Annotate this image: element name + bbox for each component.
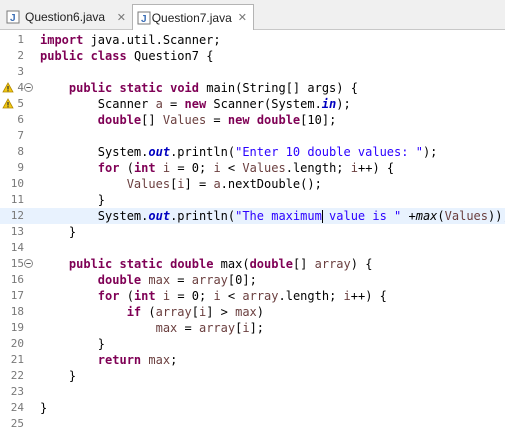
line-number: 7 [17,129,24,142]
close-icon[interactable]: ✕ [111,11,126,24]
code-text: public class Question7 { [40,49,214,63]
java-file-icon: J [137,11,151,25]
line-number: 19 [10,321,24,334]
code-text: } [40,369,77,383]
tab-question6[interactable]: J Question6.java ✕ [2,4,132,30]
line-number: 12 [10,209,24,222]
warning-icon[interactable] [2,98,14,110]
code-line[interactable]: 10 Values[i] = a.nextDouble(); [0,176,505,192]
code-text: System.out.println("Enter 10 double valu… [40,145,438,159]
code-line[interactable]: 21 return max; [0,352,505,368]
svg-text:J: J [141,14,147,25]
editor-tab-bar: J Question6.java ✕ J Question7.java ✕ [0,0,505,30]
code-text: } [40,337,106,351]
code-line[interactable]: 19 max = array[i]; [0,320,505,336]
code-line[interactable]: 22 } [0,368,505,384]
code-line[interactable]: 16 double max = array[0]; [0,272,505,288]
line-number: 2 [17,49,24,62]
line-number: 1 [17,33,24,46]
code-line[interactable]: 3 [0,64,505,80]
line-number: 10 [10,177,24,190]
close-icon[interactable]: ✕ [232,11,247,24]
line-number: 3 [17,65,24,78]
code-text: public static double max(double[] array)… [68,257,373,271]
tab-label: Question6.java [25,10,106,24]
collapse-icon[interactable] [24,83,33,92]
code-line[interactable]: 17 for (int i = 0; i < array.length; i++… [0,288,505,304]
line-number: 17 [10,289,24,302]
line-number: 6 [17,113,24,126]
code-line[interactable]: 11 } [0,192,505,208]
code-line[interactable]: 20 } [0,336,505,352]
code-line[interactable]: 5 Scanner a = new Scanner(System.in); [0,96,505,112]
line-number: 20 [10,337,24,350]
code-line[interactable]: 1 import java.util.Scanner; [0,32,505,48]
code-line[interactable]: 14 [0,240,505,256]
line-number: 13 [10,225,24,238]
tab-label: Question7.java [151,10,232,25]
line-number: 14 [10,241,24,254]
code-line[interactable]: 25 [0,416,505,432]
svg-text:J: J [10,13,16,24]
tab-question7[interactable]: J Question7.java ✕ [132,4,254,30]
line-number: 16 [10,273,24,286]
code-line[interactable]: 13 } [0,224,505,240]
line-number: 22 [10,369,24,382]
line-number: 11 [10,193,24,206]
code-text: } [40,401,48,415]
line-number: 21 [10,353,24,366]
code-text: if (array[i] > max) [126,305,265,319]
warning-icon[interactable] [2,82,14,94]
code-text: return max; [97,353,178,367]
java-file-icon: J [6,10,20,24]
code-line[interactable]: 24} [0,400,505,416]
code-text: public static void main(String[] args) { [68,81,358,95]
code-text: } [40,225,77,239]
code-text: double[] Values = new double[10]; [97,113,337,127]
code-text: import java.util.Scanner; [40,33,221,47]
line-number: 23 [10,385,24,398]
line-number: 25 [10,417,24,430]
code-editor[interactable]: 1 import java.util.Scanner; 2 public class … [0,30,505,430]
collapse-icon[interactable] [24,259,33,268]
code-line[interactable]: 6 double[] Values = new double[10]; [0,112,505,128]
code-text: System.out.println("The maximum value is… [40,209,505,223]
code-line[interactable]: 18 if (array[i] > max) [0,304,505,320]
code-line[interactable]: 8 System.out.println("Enter 10 double va… [0,144,505,160]
code-line[interactable]: 12 System.out.println("The maximum value… [0,208,505,224]
code-line[interactable]: 4 public static void main(String[] args)… [0,80,505,96]
line-number: 18 [10,305,24,318]
code-text: Scanner a = new Scanner(System.in); [40,97,351,111]
code-line[interactable]: 7 [0,128,505,144]
code-text: for (int i = 0; i < Values.length; i++) … [97,161,395,175]
line-number: 9 [17,161,24,174]
code-line[interactable]: 15 public static double max(double[] arr… [0,256,505,272]
line-number: 8 [17,145,24,158]
code-text: max = array[i]; [155,321,265,335]
code-text: double max = array[0]; [97,273,257,287]
line-number: 24 [10,401,24,414]
line-number: 15 [10,257,24,270]
code-text: } [40,193,106,207]
code-text: Values[i] = a.nextDouble(); [126,177,322,191]
code-text: for (int i = 0; i < array.length; i++) { [97,289,387,303]
code-line[interactable]: 23 [0,384,505,400]
code-line[interactable]: 9 for (int i = 0; i < Values.length; i++… [0,160,505,176]
code-line[interactable]: 2 public class Question7 { [0,48,505,64]
